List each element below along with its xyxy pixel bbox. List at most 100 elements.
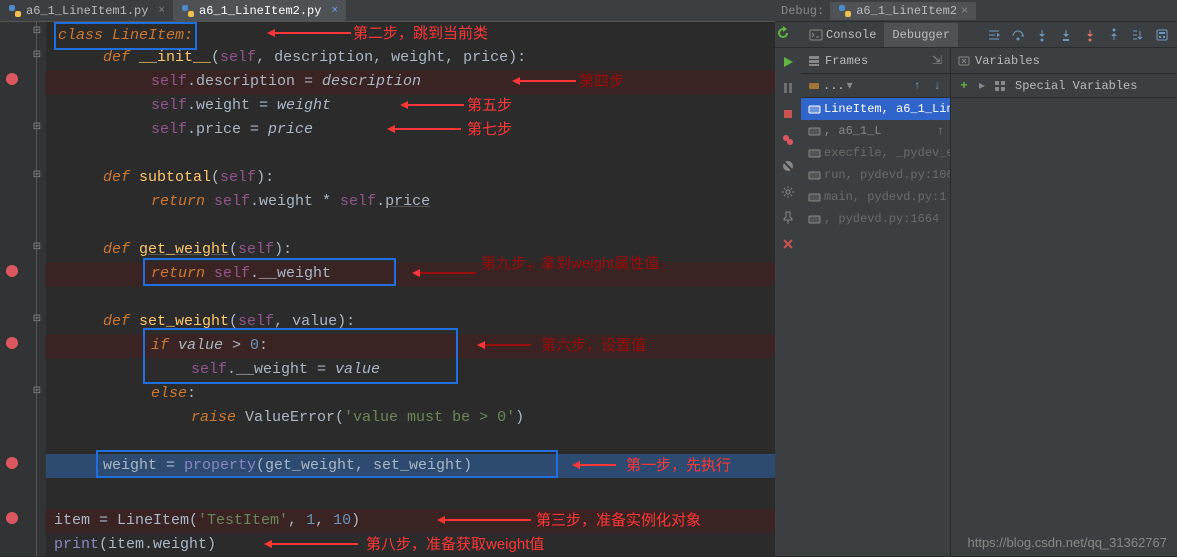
frame-icon	[807, 124, 821, 138]
tab-debugger[interactable]: Debugger	[884, 23, 958, 47]
prev-frame-icon[interactable]: ↑	[910, 79, 924, 93]
code-text: def	[103, 169, 139, 186]
code-text: 10	[333, 512, 351, 529]
evaluate-expression-icon[interactable]	[1153, 26, 1171, 44]
debug-header: Debug: a6_1_LineItem2 ×	[775, 0, 1177, 22]
tab-file-2[interactable]: a6_1_LineItem2.py ×	[173, 0, 346, 22]
add-watch-icon[interactable]: +	[957, 79, 971, 93]
annotation-arrow	[516, 80, 576, 82]
editor-body[interactable]: ⊟ ⊟ ⊟ ⊟ ⊟ ⊟ ⊟ class LineItem: def __init…	[0, 22, 775, 556]
code-text: .price =	[187, 121, 268, 138]
mute-breakpoints-icon[interactable]	[780, 158, 796, 174]
code-text: self	[238, 241, 274, 258]
rerun-icon[interactable]	[775, 25, 791, 41]
pause-icon[interactable]	[780, 80, 796, 96]
code-text: item = LineItem(	[54, 512, 198, 529]
code-text: class LineItem:	[58, 27, 193, 44]
debug-label: Debug:	[781, 4, 824, 18]
frame-icon	[807, 102, 821, 116]
code-text: __init__	[139, 49, 211, 66]
code-text: def	[103, 313, 139, 330]
run-config-name: a6_1_LineItem2	[856, 4, 957, 18]
frame-row[interactable]: main, pydevd.py:1⇲	[801, 186, 950, 208]
code-text: ,	[288, 512, 306, 529]
fold-marker-icon[interactable]: ⊟	[32, 386, 42, 396]
frame-row[interactable]: run, pydevd.py:106	[801, 164, 950, 186]
restore-layout-icon[interactable]: ⇲	[930, 54, 944, 68]
frame-icon	[807, 146, 821, 160]
annotation: 第九步，拿到weight属性值	[481, 252, 659, 276]
breakpoint-icon[interactable]	[6, 457, 18, 469]
frames-icon	[807, 54, 821, 68]
frames-list: LineItem, a6_1_Line , a6_1_L ↑ execfile, _p…	[801, 98, 950, 230]
show-execution-point-icon[interactable]	[985, 26, 1003, 44]
special-variables[interactable]: Special Variables	[1015, 79, 1137, 93]
annotation: 第八步，准备获取weight值	[366, 533, 544, 557]
close-icon[interactable]	[780, 236, 796, 252]
code-text: ,	[315, 512, 333, 529]
settings-icon[interactable]	[780, 184, 796, 200]
special-vars-icon	[993, 79, 1007, 93]
breakpoint-icon[interactable]	[6, 512, 18, 524]
breakpoint-icon[interactable]	[6, 265, 18, 277]
annotation-arrow	[416, 272, 476, 274]
next-frame-icon[interactable]: ↓	[930, 79, 944, 93]
frame-text: , a6_1_L	[824, 124, 882, 138]
close-icon[interactable]: ×	[961, 4, 968, 18]
thread-dropdown[interactable]: ...	[823, 79, 845, 93]
nav-restore-icon[interactable]: ⇲	[949, 190, 950, 205]
code-text: def	[103, 241, 139, 258]
python-file-icon	[8, 4, 22, 18]
step-out-icon[interactable]	[1105, 26, 1123, 44]
code-text: self	[151, 73, 187, 90]
annotation: 第二步，跳到当前类	[353, 22, 488, 46]
step-into-my-code-icon[interactable]	[1057, 26, 1075, 44]
fold-marker-icon[interactable]: ⊟	[32, 26, 42, 36]
annotation: 第七步	[467, 118, 512, 142]
frame-icon	[807, 168, 821, 182]
highlight-box	[143, 258, 396, 286]
fold-marker-icon[interactable]: ⊟	[32, 170, 42, 180]
pin-icon[interactable]	[780, 210, 796, 226]
frame-row[interactable]: execfile, _pydev_ex↓	[801, 142, 950, 164]
code-text: description	[322, 73, 421, 90]
code-text: (	[335, 409, 344, 426]
fold-marker-icon[interactable]: ⊟	[32, 242, 42, 252]
fold-marker-icon[interactable]: ⊟	[32, 122, 42, 132]
code-text: ):	[256, 169, 274, 186]
step-over-icon[interactable]	[1009, 26, 1027, 44]
code-text: .weight *	[250, 193, 340, 210]
frame-row[interactable]: , a6_1_L ↑	[801, 120, 950, 142]
step-into-icon[interactable]	[1033, 26, 1051, 44]
editor-pane: a6_1_LineItem1.py × a6_1_LineItem2.py × …	[0, 0, 775, 556]
chevron-right-icon[interactable]: ▸	[979, 78, 985, 93]
highlight-box	[96, 450, 558, 478]
chevron-down-icon[interactable]: ▾	[847, 78, 853, 93]
run-config-tab[interactable]: a6_1_LineItem2 ×	[830, 2, 976, 20]
close-icon[interactable]: ×	[158, 5, 165, 17]
breakpoint-icon[interactable]	[6, 73, 18, 85]
view-breakpoints-icon[interactable]	[780, 132, 796, 148]
nav-up-icon[interactable]: ↑	[937, 124, 944, 138]
close-icon[interactable]: ×	[331, 5, 338, 17]
code-text: def	[103, 49, 139, 66]
frame-row[interactable]: , pydevd.py:1664	[801, 208, 950, 230]
code-area[interactable]: class LineItem: def __init__ ( self, descr…	[46, 22, 775, 556]
annotation-arrow	[481, 344, 531, 346]
annotation-arrow	[576, 464, 616, 466]
code-text: .weight =	[187, 97, 277, 114]
force-step-into-icon[interactable]	[1081, 26, 1099, 44]
tab-file-1[interactable]: a6_1_LineItem1.py ×	[0, 0, 173, 22]
fold-marker-icon[interactable]: ⊟	[32, 314, 42, 324]
resume-icon[interactable]	[780, 54, 796, 70]
gutter[interactable]: ⊟ ⊟ ⊟ ⊟ ⊟ ⊟ ⊟	[0, 22, 46, 556]
breakpoint-icon[interactable]	[6, 337, 18, 349]
fold-marker-icon[interactable]: ⊟	[32, 50, 42, 60]
code-text: self	[151, 121, 187, 138]
tab-console[interactable]: Console	[801, 23, 884, 47]
stop-icon[interactable]	[780, 106, 796, 122]
code-text: subtotal	[139, 169, 211, 186]
frame-row[interactable]: LineItem, a6_1_Line	[801, 98, 950, 120]
run-to-cursor-icon[interactable]	[1129, 26, 1147, 44]
python-file-icon	[181, 4, 195, 18]
